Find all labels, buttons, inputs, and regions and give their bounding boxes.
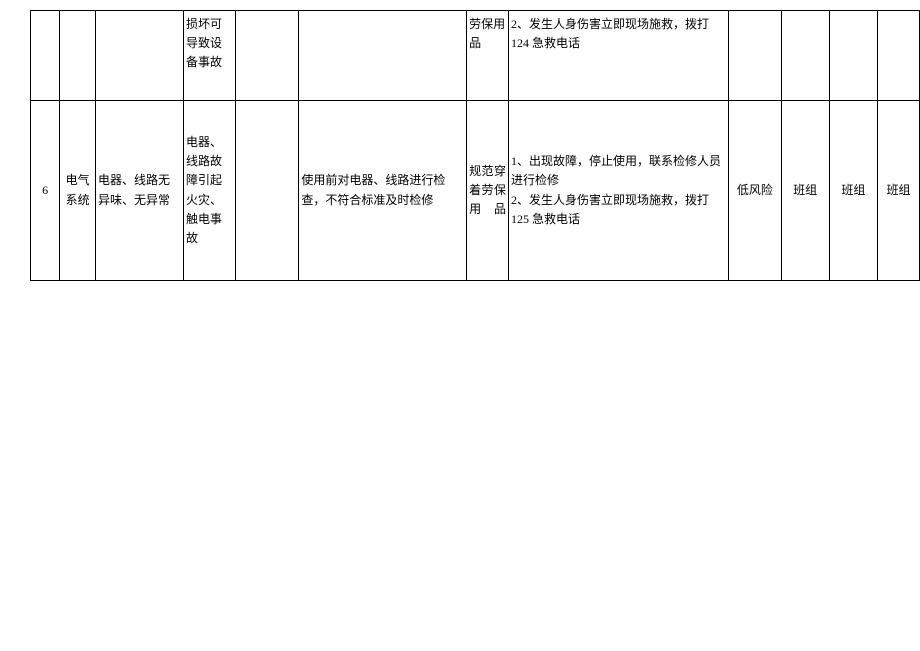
cell-condition: 电器、线路无异味、无异常 bbox=[95, 101, 183, 281]
cell-resp2 bbox=[829, 11, 877, 101]
cell-resp1: 班组 bbox=[781, 101, 829, 281]
cell-condition bbox=[95, 11, 183, 101]
cell-resp1 bbox=[781, 11, 829, 101]
cell-risk-level bbox=[729, 11, 781, 101]
cell-emergency: 1、出现故障，停止使用，联系检修人员进行检修2、发生人身伤害立即现场施救，拨打 … bbox=[508, 101, 728, 281]
risk-table: 损坏可导致设备事故 劳保用品 2、发生人身伤害立即现场施救，拨打 124 急救电… bbox=[30, 10, 920, 281]
cell-measure: 使用前对电器、线路进行检查，不符合标准及时检修 bbox=[299, 101, 467, 281]
cell-resp3 bbox=[877, 11, 919, 101]
cell-risk-level: 低风险 bbox=[729, 101, 781, 281]
cell-index: 6 bbox=[31, 101, 60, 281]
cell-hazard: 电器、线路故障引起火灾、触电事故 bbox=[184, 101, 236, 281]
cell-ppe: 规范穿着劳保用品 bbox=[467, 101, 509, 281]
cell-resp3: 班组 bbox=[877, 101, 919, 281]
cell-measure bbox=[299, 11, 467, 101]
cell-system bbox=[60, 11, 96, 101]
cell-blank bbox=[236, 101, 299, 281]
cell-system: 电气系统 bbox=[60, 101, 96, 281]
table-row: 6 电气系统 电器、线路无异味、无异常 电器、线路故障引起火灾、触电事故 使用前… bbox=[31, 101, 920, 281]
cell-ppe: 劳保用品 bbox=[467, 11, 509, 101]
cell-index bbox=[31, 11, 60, 101]
cell-hazard: 损坏可导致设备事故 bbox=[184, 11, 236, 101]
table-row: 损坏可导致设备事故 劳保用品 2、发生人身伤害立即现场施救，拨打 124 急救电… bbox=[31, 11, 920, 101]
cell-blank bbox=[236, 11, 299, 101]
cell-emergency: 2、发生人身伤害立即现场施救，拨打 124 急救电话 bbox=[508, 11, 728, 101]
cell-resp2: 班组 bbox=[829, 101, 877, 281]
